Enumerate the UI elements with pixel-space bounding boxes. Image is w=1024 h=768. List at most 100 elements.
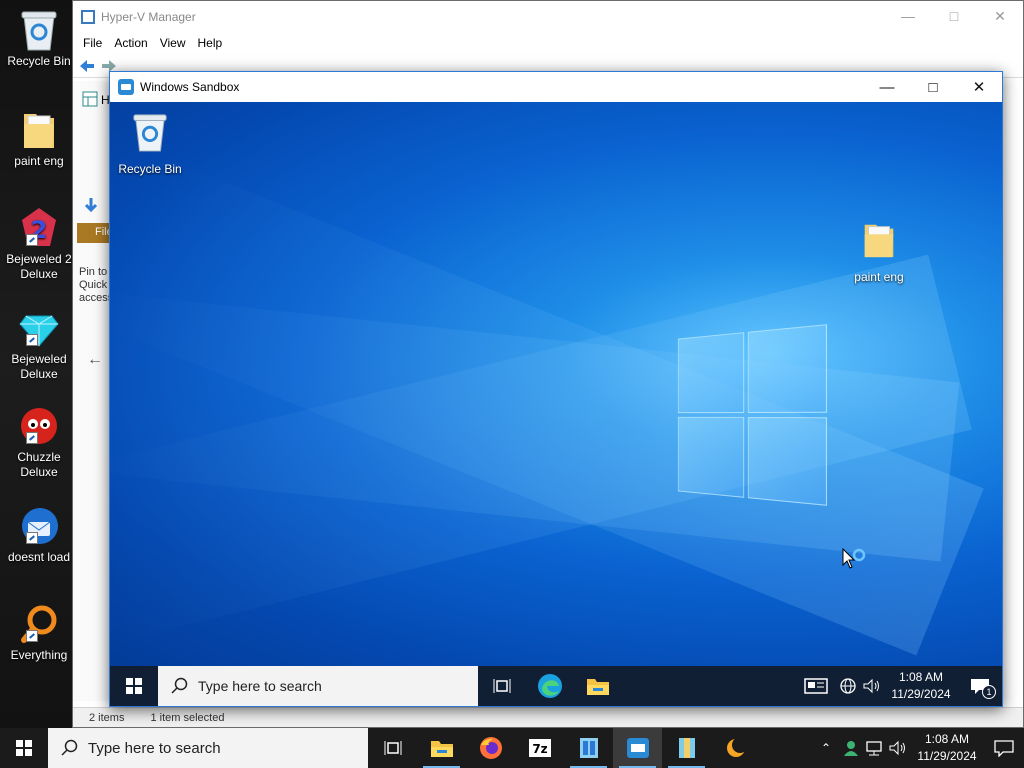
desktop-icon-label: Everything xyxy=(10,648,68,662)
task-view-icon xyxy=(384,741,401,755)
windows-start-icon xyxy=(16,740,32,756)
host-clock[interactable]: 1:08 AM 11/29/2024 xyxy=(910,731,984,765)
shortcut-arrow-icon xyxy=(26,532,38,544)
minimize-icon[interactable]: — xyxy=(885,8,931,25)
action-center-button[interactable] xyxy=(984,728,1024,768)
volume-button[interactable] xyxy=(860,666,884,706)
action-center-button[interactable]: 1 xyxy=(958,666,1002,706)
file-explorer-button[interactable] xyxy=(574,666,622,706)
shortcut-arrow-icon xyxy=(26,630,38,642)
status-item-count: 2 items xyxy=(89,711,125,724)
close-icon[interactable]: ✕ xyxy=(977,8,1023,25)
shortcut-arrow-icon xyxy=(26,432,38,444)
desktop-icon-label: Bejeweled 2 Deluxe xyxy=(6,252,72,281)
sandbox-system-tray: 1:08 AM 11/29/2024 1 xyxy=(796,666,1002,706)
desktop-icon-label: paint eng xyxy=(854,270,904,284)
search-icon xyxy=(171,677,188,694)
file-explorer-icon xyxy=(430,741,453,757)
edge-button[interactable] xyxy=(526,666,574,706)
task-view-icon xyxy=(493,679,511,693)
windows-logo-wallpaper xyxy=(677,324,828,506)
file-explorer-button[interactable] xyxy=(417,728,466,768)
firefox-icon xyxy=(479,737,502,759)
menu-help[interactable]: Help xyxy=(192,36,229,50)
hyperv-tree-icon xyxy=(82,91,98,107)
night-light-button[interactable] xyxy=(711,728,760,768)
sandbox-titlebar[interactable]: Windows Sandbox — □ ✕ xyxy=(110,72,1002,102)
host-taskbar: Type here to search 7z ⌃ 1:08 AM 11/29/2… xyxy=(0,728,1024,768)
clock-date: 11/29/2024 xyxy=(917,749,977,763)
maximize-button[interactable]: □ xyxy=(910,72,956,102)
show-hidden-icons-button[interactable]: ⌃ xyxy=(814,728,838,768)
network-button[interactable] xyxy=(836,666,860,706)
globe-icon xyxy=(840,678,856,694)
minimize-button[interactable]: — xyxy=(864,72,910,102)
desktop-icon-recycle-bin[interactable]: Recycle Bin xyxy=(2,8,76,69)
network-button[interactable] xyxy=(862,728,886,768)
sandbox-clock[interactable]: 1:08 AM 11/29/2024 xyxy=(884,669,958,703)
sandbox-search-box[interactable]: Type here to search xyxy=(158,666,478,706)
hyperv-statusbar: 2 items 1 item selected xyxy=(73,707,1023,727)
volume-button[interactable] xyxy=(886,728,910,768)
speaker-icon xyxy=(889,740,905,756)
thunderbird-icon xyxy=(18,504,60,546)
download-arrow-icon xyxy=(84,198,98,213)
sandbox-title: Windows Sandbox xyxy=(140,80,240,94)
desktop-icon-paint-eng[interactable]: paint eng xyxy=(2,108,76,169)
folder-icon xyxy=(18,108,60,150)
search-placeholder: Type here to search xyxy=(198,678,322,694)
hyperv-manager-button[interactable] xyxy=(564,728,613,768)
archive-button[interactable] xyxy=(662,728,711,768)
search-icon xyxy=(61,739,78,756)
person-icon xyxy=(844,741,858,756)
svg-text:7z: 7z xyxy=(532,742,547,756)
chuzzle-icon xyxy=(18,404,60,446)
menu-action[interactable]: Action xyxy=(108,36,153,50)
task-view-button[interactable] xyxy=(368,728,417,768)
7zip-button[interactable]: 7z xyxy=(515,728,564,768)
folder-icon xyxy=(836,218,922,266)
maximize-icon[interactable]: □ xyxy=(931,8,977,25)
firefox-button[interactable] xyxy=(466,728,515,768)
close-icon: ✕ xyxy=(972,79,986,96)
news-widget-button[interactable] xyxy=(796,666,836,706)
desktop-icon-label: paint eng xyxy=(14,154,64,168)
back-arrow-icon[interactable] xyxy=(79,59,95,73)
desktop-icon-bejeweled-2[interactable]: 2 Bejeweled 2 Deluxe xyxy=(2,206,76,282)
windows-sandbox-button[interactable] xyxy=(613,728,662,768)
desktop-icon-label: Recycle Bin xyxy=(118,162,182,176)
user-tray-button[interactable] xyxy=(838,728,862,768)
close-button[interactable]: ✕ xyxy=(956,72,1002,102)
host-search-box[interactable]: Type here to search xyxy=(48,728,368,768)
speaker-icon xyxy=(863,678,879,694)
sandbox-desktop-icon-paint-eng[interactable]: paint eng xyxy=(836,218,922,285)
start-button[interactable] xyxy=(0,728,48,768)
sandbox-desktop-icon-recycle-bin[interactable]: Recycle Bin xyxy=(110,110,193,177)
ribbon-file-tab[interactable]: File xyxy=(77,223,111,243)
shortcut-arrow-icon xyxy=(26,234,38,246)
hyperv-titlebar[interactable]: Hyper-V Manager — □ ✕ xyxy=(73,1,1023,32)
desktop-icon-label: Chuzzle Deluxe xyxy=(17,450,61,479)
hyperv-manager-icon xyxy=(579,738,598,758)
clock-time: 1:08 AM xyxy=(898,670,944,684)
desktop-icon-doesnt-load[interactable]: doesnt load xyxy=(2,504,76,565)
task-view-button[interactable] xyxy=(478,666,526,706)
file-explorer-icon xyxy=(587,679,609,695)
desktop-icon-chuzzle[interactable]: Chuzzle Deluxe xyxy=(2,404,76,480)
sandbox-taskbar: Type here to search 1:08 AM 11/29/2024 1 xyxy=(110,666,1002,706)
back-nav-icon[interactable]: ← xyxy=(87,351,103,369)
pin-quick-access[interactable]: Pin to Quick access xyxy=(79,266,109,306)
archive-icon xyxy=(678,738,695,758)
status-selected: 1 item selected xyxy=(150,711,225,724)
network-icon xyxy=(866,741,882,756)
moon-icon xyxy=(726,737,747,757)
menu-file[interactable]: File xyxy=(77,36,108,50)
minimize-icon: — xyxy=(879,78,895,96)
clock-date: 11/29/2024 xyxy=(891,687,951,701)
hyperv-left-strip: Hy ← xyxy=(73,81,111,701)
desktop-icon-bejeweled[interactable]: Bejeweled Deluxe xyxy=(2,306,76,382)
menu-view[interactable]: View xyxy=(154,36,192,50)
desktop-icon-everything[interactable]: Everything xyxy=(2,602,76,663)
start-button[interactable] xyxy=(110,666,158,706)
recycle-bin-icon xyxy=(110,110,193,158)
